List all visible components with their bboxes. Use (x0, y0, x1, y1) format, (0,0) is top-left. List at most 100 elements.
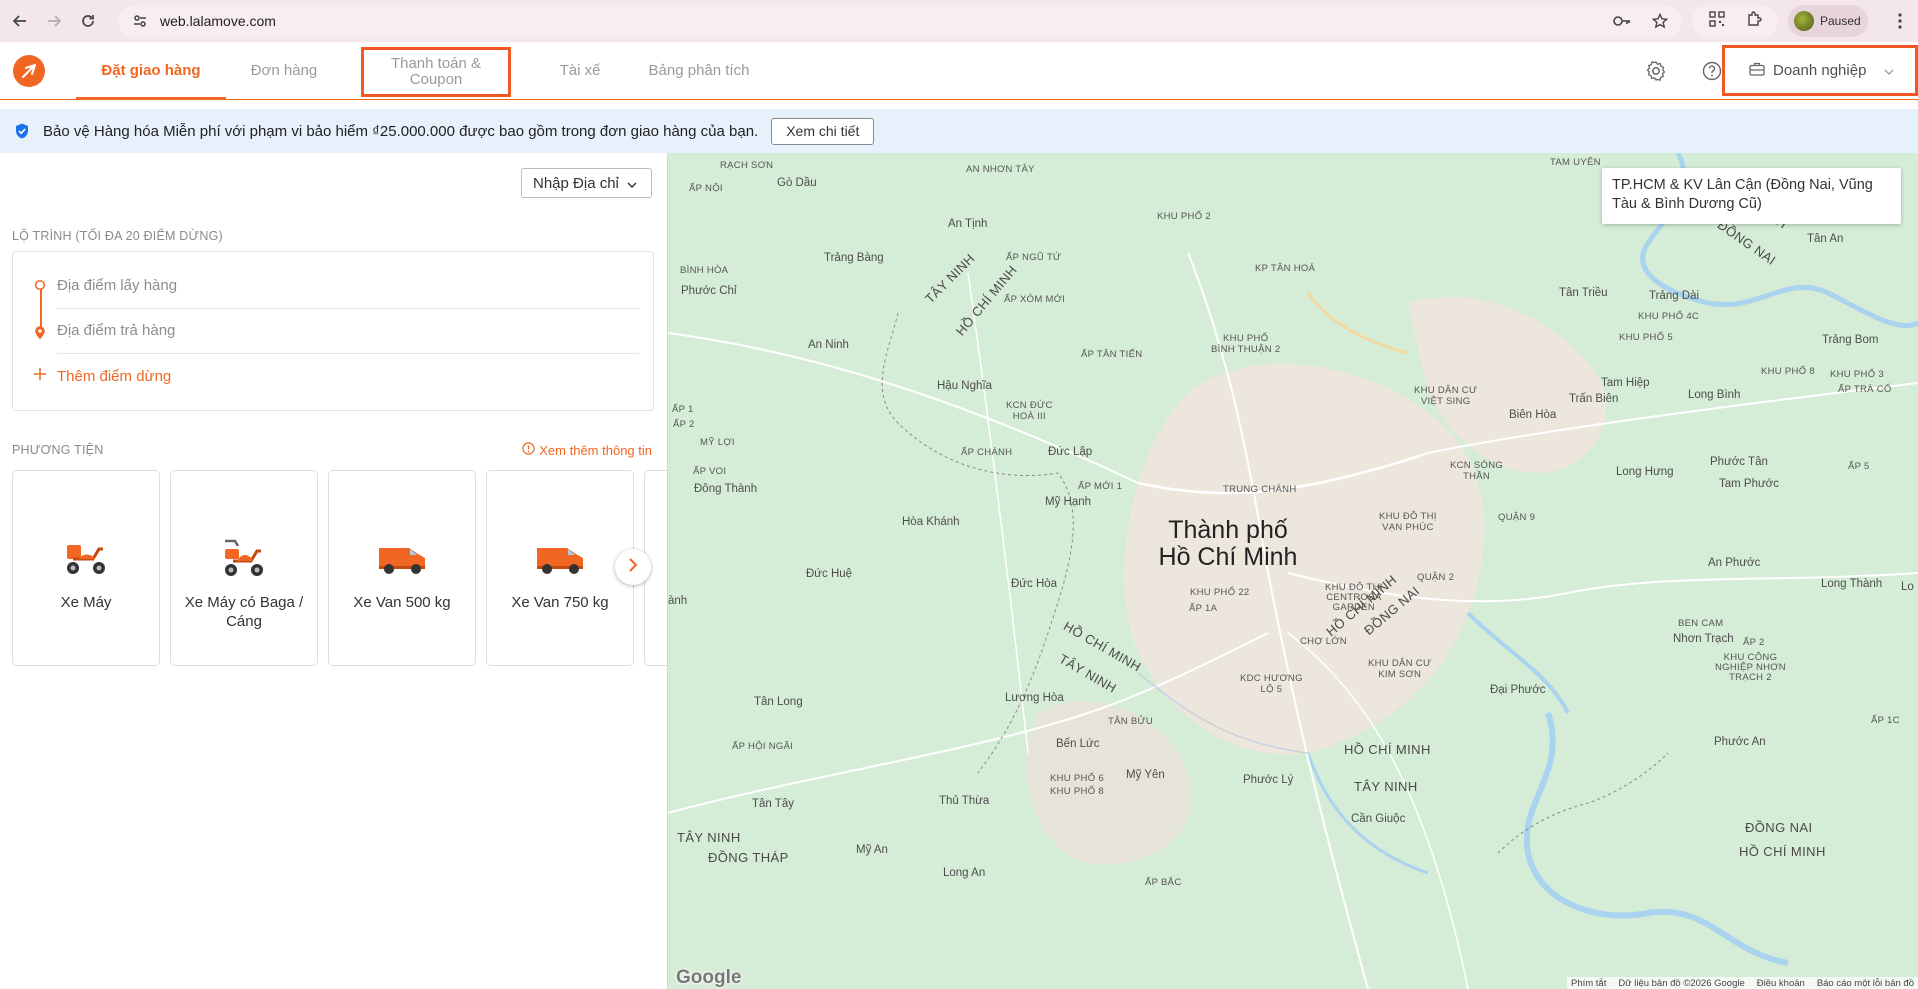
map-label: ĐỒNG NAI (1745, 820, 1813, 835)
tab-orders[interactable]: Đơn hàng (232, 42, 336, 100)
map-label: BEN CAM (1678, 618, 1724, 629)
settings-gear-icon[interactable] (1644, 59, 1668, 83)
map-label: KDC HƯƠNG LỘ 5 (1240, 673, 1303, 695)
map-label: HỒ CHÍ MINH (1739, 844, 1826, 859)
map-label: Trảng Dài (1649, 290, 1700, 302)
map-label: ĐỒNG THÁP (708, 850, 789, 865)
map-label: TAM UYÊN (1550, 157, 1601, 168)
map-label: ẤP NỘI (689, 183, 723, 194)
map-label: Đức Hòa (1011, 578, 1058, 590)
van-icon (376, 535, 428, 579)
map-label: Thủ Thừa (939, 795, 990, 807)
shield-check-icon (14, 123, 30, 139)
map-label: AN NHƠN TÂY (966, 164, 1035, 175)
keyboard-shortcuts-link[interactable]: Phím tắt (1571, 978, 1606, 989)
qr-icon[interactable] (1708, 10, 1725, 32)
browser-toolbar: web.lalamove.com Paused (0, 0, 1918, 42)
business-label: Doanh nghiệp (1773, 62, 1867, 79)
map-data-text: Dữ liệu bản đồ ©2026 Google (1618, 977, 1745, 989)
map-label: Tân An (1807, 233, 1844, 245)
dropoff-location-input[interactable]: Địa điểm trả hàng (57, 308, 639, 352)
url-text[interactable]: web.lalamove.com (160, 13, 276, 29)
chevron-down-icon (627, 175, 637, 192)
map-label: An Ninh (808, 339, 849, 351)
key-icon[interactable] (1610, 9, 1634, 33)
tab-place-order[interactable]: Đặt giao hàng (76, 42, 226, 100)
vehicle-name: Xe Van 750 kg (511, 594, 609, 611)
city-label: Thành phố Hồ Chí Minh (1158, 516, 1298, 571)
star-icon[interactable] (1648, 9, 1672, 33)
vehicle-card-motorbike-rack[interactable]: Xe Máy có Baga / Cáng (170, 470, 318, 666)
map-label: Phước An (1714, 736, 1766, 748)
map-label: Nhơn Trạch (1673, 633, 1734, 645)
map-label: Lương Hòa (1005, 692, 1064, 704)
map-label: TÂN BỬU (1108, 716, 1154, 727)
map-label: ẤP 1C (1871, 715, 1900, 726)
tab-drivers[interactable]: Tài xế (542, 42, 618, 100)
add-stop-button[interactable]: Thêm điểm dừng (33, 367, 171, 385)
motorbike-rack-icon (218, 535, 270, 579)
map-label: Biên Hòa (1509, 409, 1557, 421)
map-label: KHU PHỐ BÌNH THUẬN 2 (1211, 333, 1281, 355)
address-input-mode-select[interactable]: Nhập Địa chỉ (521, 168, 652, 198)
vehicle-section-label: PHƯƠNG TIỆN (12, 443, 104, 457)
map-label: MỸ LỢI (700, 437, 735, 448)
map-label: ẤP 1A (1189, 603, 1218, 614)
extensions-icon[interactable] (1746, 10, 1762, 32)
map-label: ẤP 5 (1848, 461, 1870, 472)
map-label: ẤP CHÁNH (961, 447, 1013, 458)
address-bar[interactable]: web.lalamove.com (118, 5, 1682, 37)
more-info-label: Xem thêm thông tin (539, 442, 652, 458)
info-icon (522, 442, 535, 458)
van-icon (534, 535, 586, 579)
more-info-link[interactable]: Xem thêm thông tin (522, 442, 652, 458)
map-label: KP TÂN HOÁ (1255, 263, 1316, 274)
view-details-button[interactable]: Xem chi tiết (771, 117, 875, 145)
address-select-label: Nhập Địa chỉ (533, 174, 619, 192)
tab-analytics[interactable]: Bảng phân tích (636, 42, 762, 100)
order-panel: Nhập Địa chỉ LỘ TRÌNH (TỐI ĐA 20 ĐIỂM DỪ… (0, 153, 668, 989)
vehicle-name: Xe Van 500 kg (353, 594, 451, 611)
chevron-right-icon (628, 557, 638, 577)
map-label: Đại Phước (1490, 684, 1546, 696)
back-icon[interactable] (6, 7, 34, 35)
profile-button[interactable]: Paused (1788, 5, 1868, 37)
map-label: Đông Thành (694, 483, 758, 495)
map-background (668, 153, 1918, 989)
help-icon[interactable] (1700, 59, 1724, 83)
map-label: KHU PHỐ 4C (1638, 311, 1700, 322)
vehicle-card-van-500[interactable]: Xe Van 500 kg (328, 470, 476, 666)
reload-icon[interactable] (74, 7, 102, 35)
map-label: ẤP HỘI NGÃI (732, 741, 794, 752)
map-label: TÂY NINH (677, 830, 741, 845)
map-label: Đức Lập (1048, 446, 1093, 458)
route-section-label: LỘ TRÌNH (TỐI ĐA 20 ĐIỂM DỪNG) (12, 229, 223, 243)
report-map-error-link[interactable]: Báo cáo một lỗi bản đồ (1817, 978, 1914, 989)
tab-payment-coupon[interactable]: Thanh toán & Coupon (361, 47, 511, 97)
chevron-down-icon (1884, 62, 1894, 79)
map-label: ẤP BẮC (1145, 877, 1182, 888)
map-label: ẤP TRÀ CỔ (1838, 384, 1892, 395)
terms-link[interactable]: Điều khoản (1757, 978, 1805, 989)
map-label: ẤP TÂN TIẾN (1081, 349, 1143, 360)
lalamove-logo[interactable] (13, 55, 45, 87)
map-label: Gò Dầu (777, 177, 817, 189)
menu-icon[interactable] (1888, 9, 1912, 33)
map-label: ẤP 2 (1743, 637, 1765, 648)
dropoff-pin-icon (34, 326, 46, 340)
map-label: Phước Chỉ (681, 285, 737, 297)
forward-icon[interactable] (40, 7, 68, 35)
map-label: KHU ĐÔ THỊ VẠN PHÚC (1379, 511, 1437, 533)
vehicle-card-motorbike[interactable]: Xe Máy (12, 470, 160, 666)
region-selector[interactable]: TP.HCM & KV Lân Cận (Đồng Nai, Vũng Tàu … (1602, 168, 1901, 224)
vehicle-card-van-750[interactable]: Xe Van 750 kg (486, 470, 634, 666)
business-account-dropdown[interactable]: Doanh nghiệp (1722, 45, 1918, 96)
vehicle-carousel-next-button[interactable] (615, 549, 651, 585)
site-info-icon[interactable] (128, 9, 152, 33)
map-label: CHỢ LỚN (1300, 636, 1347, 647)
map-label: Trảng Bàng (824, 252, 884, 264)
map-label: KHU PHỐ 2 (1157, 211, 1211, 222)
map-view[interactable]: RẠCH SƠN AN NHƠN TÂY TAM UYÊN Gò Dầu ẤP … (668, 153, 1918, 989)
map-label: KHU CÔNG NGHIỆP NHƠN TRẠCH 2 (1715, 652, 1786, 683)
pickup-location-input[interactable]: Địa điểm lấy hàng (57, 263, 639, 307)
